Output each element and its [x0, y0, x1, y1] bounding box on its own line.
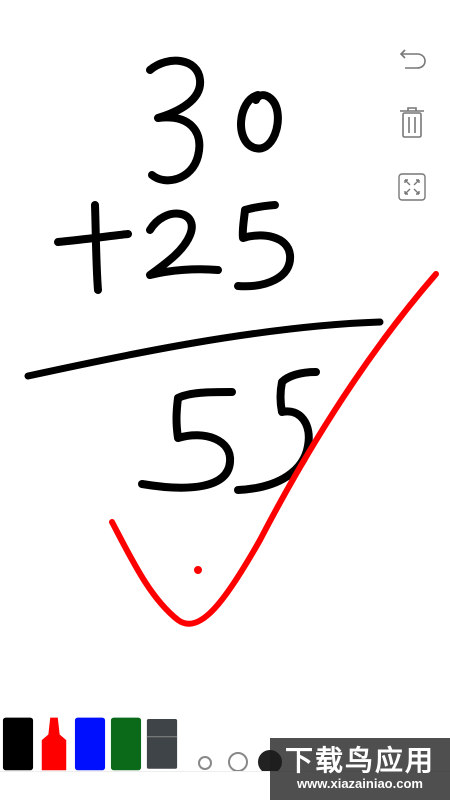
fullscreen-button[interactable]	[396, 167, 428, 207]
drawing-canvas[interactable]	[0, 0, 450, 800]
ink-stroke-5a	[234, 201, 295, 291]
ink-dot	[194, 566, 202, 574]
watermark-logo: 下载鸟应用	[284, 745, 435, 776]
undo-icon	[399, 49, 426, 69]
marker-gray[interactable]	[146, 714, 178, 772]
trash-icon	[400, 107, 424, 138]
ink-stroke-0	[237, 91, 282, 153]
marker-red[interactable]	[38, 714, 70, 772]
watermark-url: www.xiazainiao.com	[297, 776, 423, 791]
ink-stroke-checkmark	[109, 271, 439, 627]
marker-black[interactable]	[2, 714, 34, 772]
ink-stroke-5b	[138, 388, 236, 492]
ink-stroke-5c	[234, 368, 320, 494]
ink-stroke-line	[24, 318, 384, 380]
ink-stroke-3	[146, 56, 205, 185]
clear-canvas-button[interactable]	[396, 102, 428, 142]
marker-green[interactable]	[110, 714, 142, 772]
ink-stroke-plus	[54, 201, 132, 294]
brush-size-medium[interactable]	[228, 752, 248, 772]
expand-icon	[398, 173, 426, 201]
undo-button[interactable]	[396, 40, 428, 80]
ink-stroke-2	[146, 209, 222, 279]
watermark: 下载鸟应用 www.xiazainiao.com	[270, 738, 450, 800]
brush-size-small[interactable]	[198, 756, 212, 770]
marker-blue[interactable]	[74, 714, 106, 772]
